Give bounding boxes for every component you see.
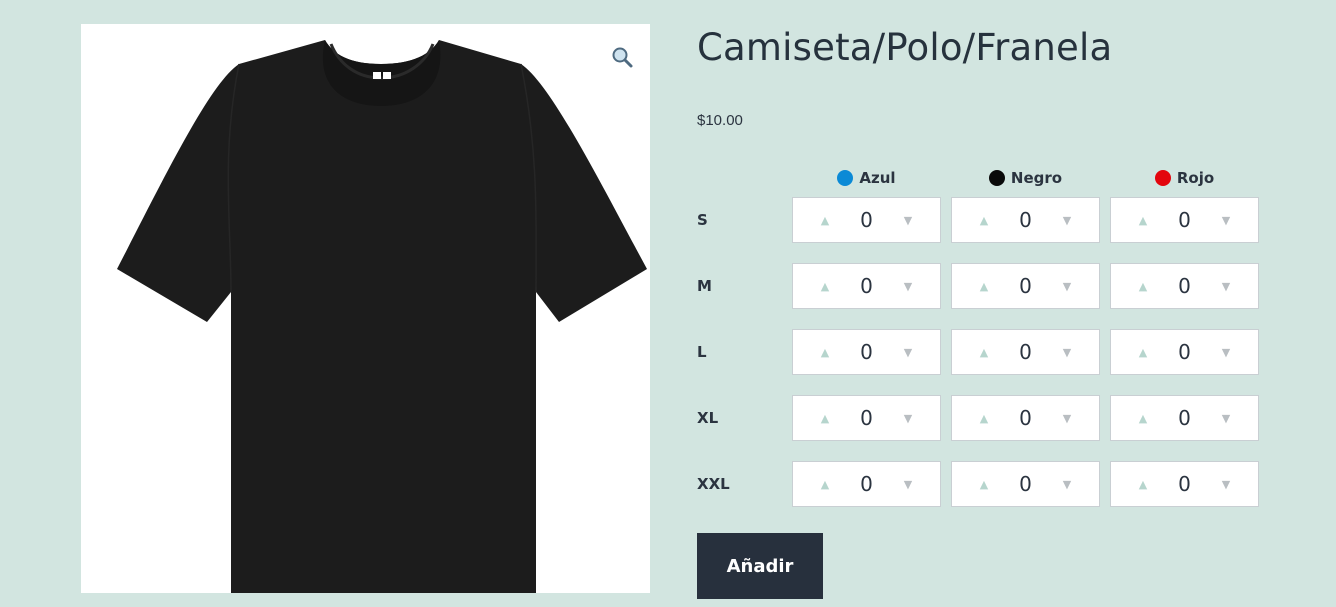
increment-icon[interactable]: ▲	[819, 412, 831, 425]
color-label: Rojo	[1176, 169, 1215, 187]
quantity-stepper[interactable]: ▲ 0 ▼	[951, 329, 1100, 375]
quantity-stepper[interactable]: ▲ 0 ▼	[951, 197, 1100, 243]
decrement-icon[interactable]: ▼	[902, 412, 914, 425]
product-gallery	[81, 24, 650, 593]
decrement-icon[interactable]: ▼	[1061, 280, 1073, 293]
quantity-value[interactable]: 0	[1019, 340, 1032, 364]
tshirt-image	[117, 40, 647, 593]
increment-icon[interactable]: ▲	[978, 280, 990, 293]
quantity-stepper[interactable]: ▲ 0 ▼	[951, 461, 1100, 507]
increment-icon[interactable]: ▲	[978, 478, 990, 491]
quantity-stepper[interactable]: ▲ 0 ▼	[792, 329, 941, 375]
decrement-icon[interactable]: ▼	[1061, 214, 1073, 227]
quantity-value[interactable]: 0	[860, 208, 873, 232]
size-label: S	[697, 211, 708, 229]
decrement-icon[interactable]: ▼	[902, 280, 914, 293]
increment-icon[interactable]: ▲	[978, 412, 990, 425]
increment-icon[interactable]: ▲	[819, 214, 831, 227]
quantity-value[interactable]: 0	[860, 340, 873, 364]
quantity-stepper[interactable]: ▲ 0 ▼	[1110, 329, 1259, 375]
increment-icon[interactable]: ▲	[1137, 214, 1149, 227]
color-header-azul: Azul	[792, 167, 941, 189]
increment-icon[interactable]: ▲	[1137, 280, 1149, 293]
quantity-stepper[interactable]: ▲ 0 ▼	[1110, 197, 1259, 243]
decrement-icon[interactable]: ▼	[1220, 412, 1232, 425]
decrement-icon[interactable]: ▼	[902, 478, 914, 491]
swatch-rojo	[1154, 170, 1171, 186]
color-header-rojo: Rojo	[1110, 167, 1259, 189]
quantity-stepper[interactable]: ▲ 0 ▼	[1110, 395, 1259, 441]
quantity-value[interactable]: 0	[1178, 208, 1191, 232]
product-title: Camiseta/Polo/Franela	[697, 26, 1113, 69]
quantity-value[interactable]: 0	[860, 274, 873, 298]
add-to-cart-button[interactable]: Añadir	[697, 533, 823, 599]
increment-icon[interactable]: ▲	[1137, 346, 1149, 359]
increment-icon[interactable]: ▲	[1137, 478, 1149, 491]
quantity-value[interactable]: 0	[860, 472, 873, 496]
decrement-icon[interactable]: ▼	[1220, 280, 1232, 293]
quantity-stepper[interactable]: ▲ 0 ▼	[1110, 263, 1259, 309]
quantity-stepper[interactable]: ▲ 0 ▼	[1110, 461, 1259, 507]
quantity-stepper[interactable]: ▲ 0 ▼	[792, 395, 941, 441]
quantity-value[interactable]: 0	[860, 406, 873, 430]
decrement-icon[interactable]: ▼	[902, 214, 914, 227]
quantity-value[interactable]: 0	[1178, 406, 1191, 430]
quantity-value[interactable]: 0	[1019, 274, 1032, 298]
product-summary: Camiseta/Polo/Franela $10.00 Azul Negro …	[697, 24, 1317, 187]
swatch-negro	[988, 170, 1005, 186]
quantity-value[interactable]: 0	[1178, 274, 1191, 298]
quantity-stepper[interactable]: ▲ 0 ▼	[951, 395, 1100, 441]
increment-icon[interactable]: ▲	[819, 346, 831, 359]
decrement-icon[interactable]: ▼	[1061, 412, 1073, 425]
quantity-stepper[interactable]: ▲ 0 ▼	[792, 263, 941, 309]
size-label: L	[697, 343, 707, 361]
increment-icon[interactable]: ▲	[1137, 412, 1149, 425]
decrement-icon[interactable]: ▼	[1061, 346, 1073, 359]
increment-icon[interactable]: ▲	[978, 346, 990, 359]
quantity-stepper[interactable]: ▲ 0 ▼	[951, 263, 1100, 309]
color-label: Negro	[1010, 169, 1063, 187]
quantity-value[interactable]: 0	[1178, 472, 1191, 496]
quantity-value[interactable]: 0	[1019, 472, 1032, 496]
quantity-value[interactable]: 0	[1178, 340, 1191, 364]
decrement-icon[interactable]: ▼	[1220, 214, 1232, 227]
quantity-stepper[interactable]: ▲ 0 ▼	[792, 461, 941, 507]
decrement-icon[interactable]: ▼	[1061, 478, 1073, 491]
quantity-value[interactable]: 0	[1019, 406, 1032, 430]
color-label: Azul	[859, 169, 896, 187]
increment-icon[interactable]: ▲	[819, 478, 831, 491]
increment-icon[interactable]: ▲	[978, 214, 990, 227]
quantity-stepper[interactable]: ▲ 0 ▼	[792, 197, 941, 243]
swatch-azul	[837, 170, 854, 186]
size-label: XL	[697, 409, 719, 427]
product-price: $10.00	[697, 112, 743, 129]
magnifier-icon[interactable]	[610, 45, 634, 69]
size-label: XXL	[697, 475, 730, 493]
increment-icon[interactable]: ▲	[819, 280, 831, 293]
decrement-icon[interactable]: ▼	[1220, 346, 1232, 359]
decrement-icon[interactable]: ▼	[902, 346, 914, 359]
decrement-icon[interactable]: ▼	[1220, 478, 1232, 491]
quantity-value[interactable]: 0	[1019, 208, 1032, 232]
color-header-negro: Negro	[951, 167, 1100, 189]
size-label: M	[697, 277, 712, 295]
